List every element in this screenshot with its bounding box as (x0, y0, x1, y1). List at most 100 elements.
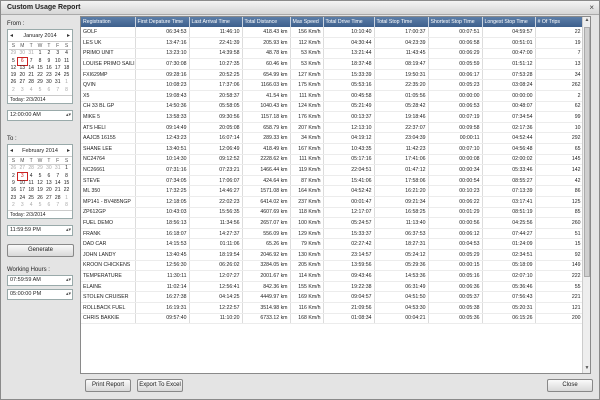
calendar-day[interactable]: 24 (18, 195, 27, 202)
calendar-day[interactable]: 4 (27, 87, 36, 94)
calendar-day[interactable]: 4 (62, 50, 71, 57)
spinner-icon[interactable]: ▴▾ (66, 226, 71, 235)
calendar-day[interactable]: 4 (27, 173, 36, 180)
calendar-day[interactable]: 20 (18, 72, 27, 79)
next-month-icon[interactable]: ▸ (67, 147, 70, 154)
calendar-day[interactable]: 2 (9, 202, 18, 209)
scroll-down-icon[interactable]: ▼ (583, 365, 590, 373)
calendar-day[interactable]: 7 (27, 58, 36, 65)
column-header[interactable]: Total Stop Time (374, 17, 429, 27)
calendar-day[interactable]: 31 (27, 50, 36, 57)
next-month-icon[interactable]: ▸ (67, 32, 70, 39)
table-row[interactable]: QVIN 10:08:23 17:37:06 1166.03 km 175 Km/h 05… (81, 79, 584, 92)
calendar-day[interactable]: 10 (53, 58, 62, 65)
to-today[interactable]: Today: 2/3/2014 (8, 210, 72, 218)
table-row[interactable]: ML 350 17:32:25 14:46:27 1571.08 km 164 Km/h… (81, 185, 584, 197)
generate-button[interactable]: Generate (7, 244, 74, 258)
close-icon[interactable]: × (589, 3, 594, 12)
calendar-day[interactable]: 3 (18, 87, 27, 94)
calendar-day[interactable]: 5 (9, 58, 18, 65)
calendar-day[interactable]: 4 (27, 202, 36, 209)
spinner-icon[interactable]: ▴▾ (66, 276, 71, 285)
column-header[interactable]: Shortest Stop Time (428, 17, 483, 27)
calendar-day[interactable]: 27 (44, 195, 53, 202)
calendar-day[interactable]: 26 (9, 79, 18, 86)
calendar-day[interactable]: 3 (16, 171, 28, 182)
calendar-day[interactable]: 8 (36, 58, 45, 65)
table-row[interactable]: STOLEN CRUISER 16:27:38 04:14:25 4449.97 km… (81, 291, 584, 303)
calendar-day[interactable]: 17 (53, 65, 62, 72)
prev-month-icon[interactable]: ◂ (10, 32, 13, 39)
calendar-day[interactable]: 2 (9, 87, 18, 94)
export-excel-button[interactable]: Export To Excel (137, 379, 183, 392)
table-row[interactable]: FRANK 16:18:07 14:27:37 556.09 km 129 Km/h 15… (81, 228, 584, 240)
calendar-day[interactable]: 2 (44, 50, 53, 57)
table-row[interactable]: LOUISE PRIMO SAILING07:30:0810:27:3560.4… (81, 58, 584, 70)
calendar-day[interactable]: 11 (62, 58, 71, 65)
calendar-day[interactable]: 24 (53, 72, 62, 79)
calendar-day[interactable]: 9 (9, 180, 18, 187)
calendar-day[interactable]: 15 (62, 180, 71, 187)
table-row[interactable]: TEMPERATURE 11:30:11 12:07:27 2001.67 km 114… (81, 270, 584, 282)
table-row[interactable]: DAD CAR 14:15:53 01:11:06 65.26 km 79 Km/h 02… (81, 238, 584, 250)
calendar-day[interactable]: 8 (62, 202, 71, 209)
calendar-day[interactable]: 31 (53, 165, 62, 172)
calendar-day[interactable]: 20 (44, 187, 53, 194)
calendar-day[interactable]: 12 (36, 180, 45, 187)
calendar-day[interactable]: 6 (44, 202, 53, 209)
calendar-day[interactable]: 5 (36, 202, 45, 209)
table-row[interactable]: SHANE LEE 13:40:51 12:06:49 418.49 km 167 Km… (81, 143, 584, 155)
calendar-day[interactable]: 29 (36, 165, 45, 172)
calendar-day[interactable]: 31 (53, 79, 62, 86)
column-header[interactable]: Longest Stop Time (482, 17, 536, 27)
calendar-day[interactable]: 28 (53, 195, 62, 202)
prev-month-icon[interactable]: ◂ (10, 147, 13, 154)
calendar-day[interactable]: 26 (9, 165, 18, 172)
print-report-button[interactable]: Print Report (85, 379, 131, 392)
table-row[interactable]: MP141 - BV485NGP 12:18:05 22:02:23 6414.02 … (81, 196, 584, 208)
column-header[interactable]: Last Arrival Time (189, 17, 243, 27)
calendar-day[interactable]: 30 (18, 50, 27, 57)
table-row[interactable]: ROLLBACK FUEL 16:19:31 12:22:57 3514.98 km 1… (81, 302, 584, 314)
table-row[interactable]: ATS HELI 09:14:49 20:05:08 658.79 km 207 Km/… (81, 122, 584, 134)
table-row[interactable]: CHRIS BAKKIE 09:57:40 11:10:20 6733.12 km 16… (81, 313, 584, 325)
table-row[interactable]: MIKE 5 13:58:33 09:30:56 1157.18 km 176 Km/h… (81, 111, 584, 123)
calendar-day[interactable]: 27 (18, 79, 27, 86)
table-row[interactable]: NC24764 10:14:30 09:12:52 2228.62 km 111 Km/… (81, 154, 584, 166)
calendar-day[interactable]: 3 (18, 202, 27, 209)
calendar-day[interactable]: 5 (36, 173, 45, 180)
calendar-day[interactable]: 9 (44, 58, 53, 65)
table-row[interactable]: KROON CHICKENS 12:56:30 06:26:02 3284.05 km… (81, 260, 584, 272)
calendar-day[interactable]: 23 (9, 195, 18, 202)
calendar-day[interactable]: 25 (62, 72, 71, 79)
working-start-input[interactable]: 07:59:59 AM ▴▾ (7, 275, 73, 287)
column-header[interactable]: Registration (81, 17, 136, 27)
table-row[interactable]: STEVE 07:34:05 17:06:07 424.64 km 87 Km/h 15:… (81, 175, 584, 187)
table-row[interactable]: ZP612GP 10:43:03 15:56:35 4607.69 km 118 Km/… (81, 207, 584, 219)
calendar-day[interactable]: 19 (9, 72, 18, 79)
calendar-day[interactable]: 25 (27, 195, 36, 202)
calendar-day[interactable]: 30 (44, 79, 53, 86)
calendar-day[interactable]: 22 (36, 72, 45, 79)
calendar-day[interactable]: 1 (62, 79, 71, 86)
to-time-input[interactable]: 11:59:59 PM ▴▾ (7, 225, 73, 237)
calendar-day[interactable]: 29 (9, 50, 18, 57)
scroll-up-icon[interactable]: ▲ (583, 17, 590, 25)
calendar-day[interactable]: 19 (36, 187, 45, 194)
from-today[interactable]: Today: 2/3/2014 (8, 95, 72, 103)
calendar-day[interactable]: 18 (27, 187, 36, 194)
table-row[interactable]: LES UK 13:47:16 22:41:39 205.93 km 112 Km/h 0… (81, 37, 584, 49)
calendar-day[interactable]: 26 (36, 195, 45, 202)
close-button[interactable]: Close (547, 379, 593, 392)
calendar-day[interactable]: 29 (36, 79, 45, 86)
calendar-day[interactable]: 10 (18, 180, 27, 187)
spinner-icon[interactable]: ▴▾ (66, 111, 71, 120)
calendar-day[interactable]: 12 (9, 65, 18, 72)
table-row[interactable]: ELAINE 11:02:14 12:56:41 842.36 km 155 Km/h 1… (81, 281, 584, 293)
table-row[interactable]: GOLF 06:34:53 11:46:10 418.43 km 156 Km/h 10:… (81, 27, 584, 39)
table-row[interactable]: AAJCB 16155 12:43:23 16:07:14 289.33 km 34 K… (81, 132, 584, 145)
column-header[interactable]: Total Drive Time (323, 17, 375, 27)
table-row[interactable]: FXI629MP 09:28:16 20:52:25 654.99 km 127 Km/… (81, 69, 584, 81)
calendar-day[interactable]: 13 (44, 180, 53, 187)
calendar-day[interactable]: 8 (62, 87, 71, 94)
